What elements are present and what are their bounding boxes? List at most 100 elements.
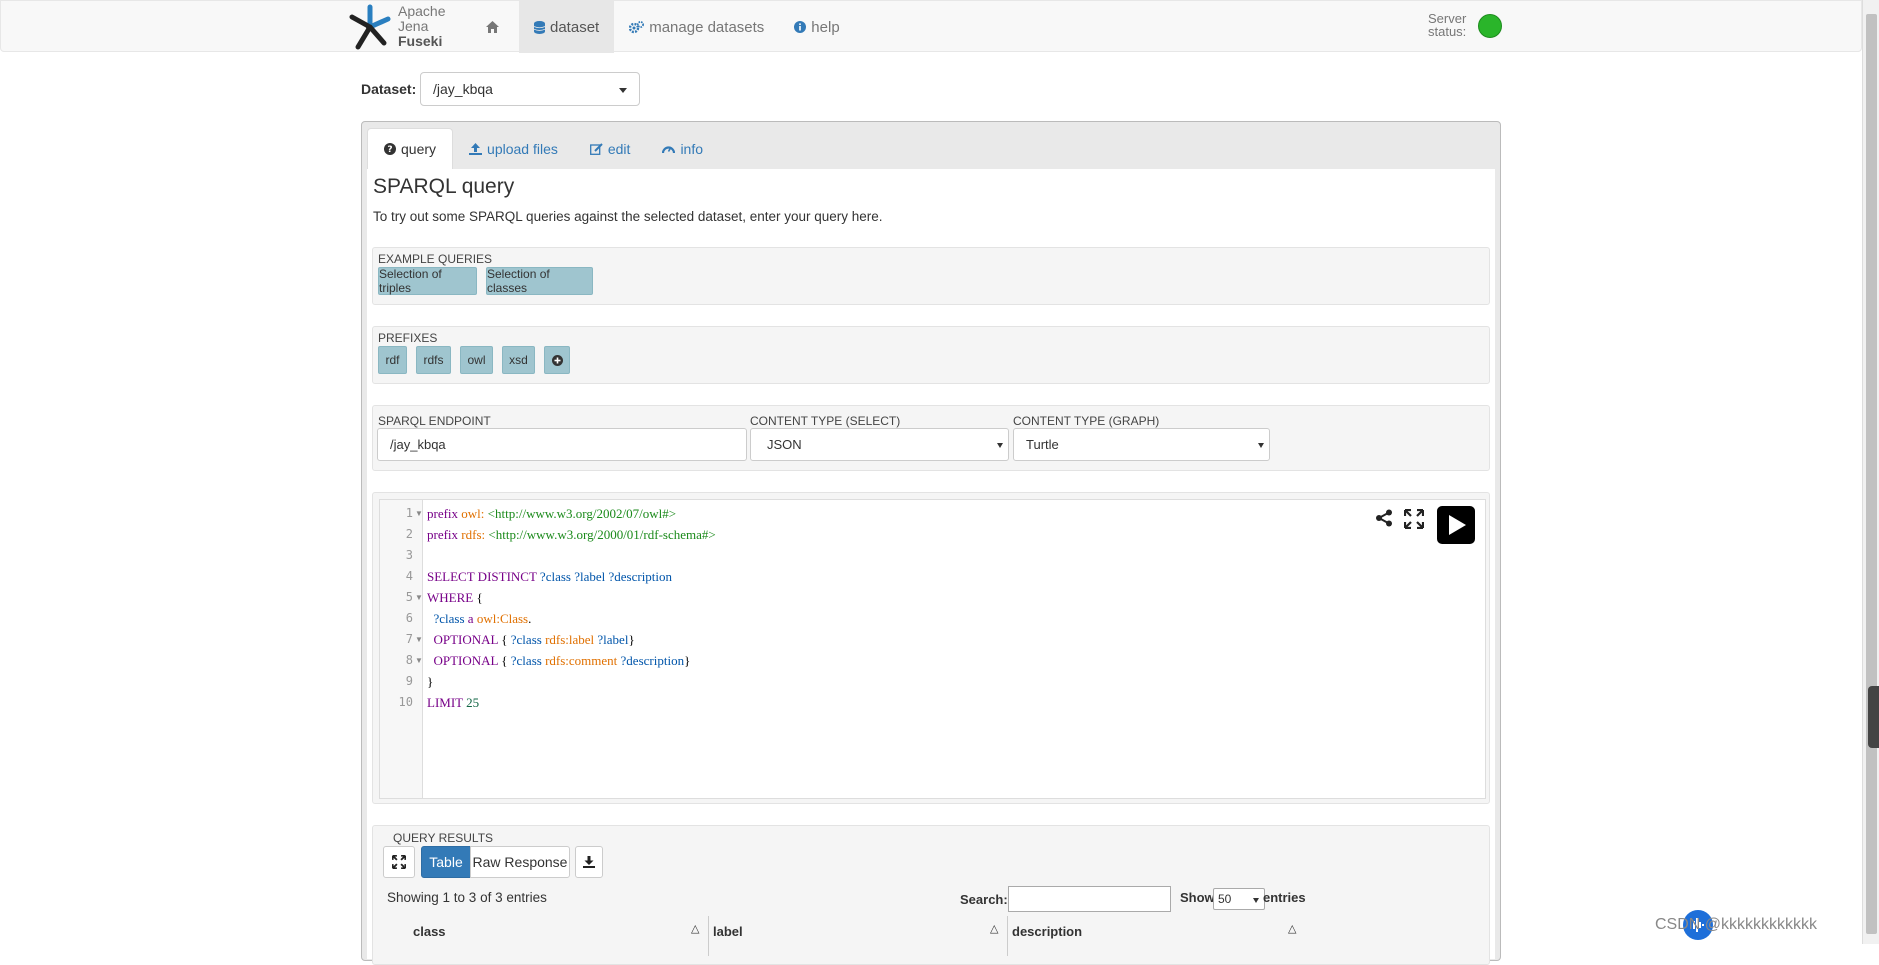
- code-line: OPTIONAL { ?class rdfs:label ?label}: [427, 632, 635, 648]
- code-line: WHERE {: [427, 590, 483, 606]
- scrollbar-thumb[interactable]: [1866, 14, 1877, 934]
- add-prefix-button[interactable]: [544, 346, 570, 374]
- database-icon: [534, 20, 545, 34]
- code-token: WHERE: [427, 590, 474, 605]
- sort-icon[interactable]: △: [691, 922, 699, 935]
- content-type-select-dropdown[interactable]: JSON: [750, 428, 1009, 461]
- fold-arrow-icon[interactable]: ▼: [415, 656, 423, 665]
- nav-manage-label: manage datasets: [649, 18, 765, 36]
- server-status-line-2: status:: [1428, 24, 1467, 39]
- code-token: rdfs:label: [545, 632, 595, 647]
- page-description: To try out some SPARQL queries against t…: [373, 209, 883, 224]
- line-number: 5: [405, 590, 413, 604]
- content-type-select-value: JSON: [767, 437, 802, 452]
- info-circle-icon: [794, 21, 807, 33]
- tab-edit[interactable]: edit: [574, 128, 647, 169]
- show-label: Show: [1180, 890, 1215, 905]
- sort-icon[interactable]: △: [990, 922, 998, 935]
- tab-query[interactable]: ? query: [367, 128, 454, 169]
- code-token: }: [427, 674, 434, 689]
- content-type-graph-dropdown[interactable]: Turtle: [1013, 428, 1270, 461]
- dashboard-icon: [662, 146, 676, 154]
- code-token: ?class: [510, 632, 542, 647]
- prefix-owl-button[interactable]: owl: [460, 346, 493, 374]
- caret-down-icon: [997, 443, 1003, 448]
- code-line: LIMIT 25: [427, 695, 479, 711]
- dataset-dropdown[interactable]: /jay_kbqa: [420, 72, 640, 106]
- dataset-panel: ? query upload files edit info SPARQL qu…: [361, 121, 1501, 965]
- sparql-endpoint-label: SPARQL ENDPOINT: [378, 414, 491, 428]
- fold-arrow-icon[interactable]: ▼: [415, 509, 423, 518]
- line-number: 4: [405, 569, 413, 583]
- results-table-tab[interactable]: Table: [421, 846, 471, 878]
- tab-upload-files[interactable]: upload files: [453, 128, 574, 169]
- column-header-class[interactable]: class: [413, 924, 446, 939]
- server-status-indicator: [1478, 14, 1502, 38]
- fullscreen-icon[interactable]: [1404, 509, 1424, 529]
- column-header-description[interactable]: description: [1012, 924, 1082, 939]
- code-token: a: [467, 611, 474, 626]
- prefix-rdfs-button[interactable]: rdfs: [416, 346, 451, 374]
- query-editor-section: 1 2 3 4 5 6 7 8 9 10 ▼ ▼ ▼ ▼ prefix owl:…: [372, 492, 1490, 804]
- results-raw-response-tab[interactable]: Raw Response: [470, 846, 570, 878]
- code-token: }: [628, 632, 635, 647]
- entries-per-page-select[interactable]: 50: [1213, 888, 1265, 910]
- fold-arrow-icon[interactable]: ▼: [415, 635, 423, 644]
- results-fullscreen-button[interactable]: [383, 846, 415, 878]
- sparql-query-editor[interactable]: 1 2 3 4 5 6 7 8 9 10 ▼ ▼ ▼ ▼ prefix owl:…: [379, 499, 1486, 799]
- nav-dataset[interactable]: dataset: [519, 1, 615, 53]
- prefixes-label: PREFIXES: [378, 331, 438, 345]
- column-header-label[interactable]: label: [713, 924, 743, 939]
- nav-help[interactable]: help: [779, 1, 854, 53]
- code-token: prefix: [427, 527, 459, 542]
- fold-arrow-icon[interactable]: ▼: [415, 593, 423, 602]
- line-number: 1: [405, 506, 413, 520]
- dataset-tabs: ? query upload files edit info: [367, 128, 719, 169]
- caret-down-icon: [1253, 898, 1259, 903]
- code-token: .: [528, 611, 532, 626]
- prefix-xsd-button[interactable]: xsd: [502, 346, 535, 374]
- main-nav: dataset manage datasets help: [471, 1, 855, 53]
- example-queries-label: EXAMPLE QUERIES: [378, 252, 493, 266]
- cogs-icon: [629, 20, 645, 33]
- download-results-button[interactable]: [575, 846, 603, 878]
- nav-home[interactable]: [471, 1, 519, 53]
- content-type-select-label: CONTENT TYPE (SELECT): [750, 414, 901, 428]
- fuseki-logo-icon: [349, 4, 391, 50]
- sort-icon[interactable]: △: [1288, 922, 1296, 935]
- query-results-label: QUERY RESULTS: [393, 831, 494, 845]
- plus-circle-icon: [551, 354, 563, 366]
- sparql-endpoint-input[interactable]: /jay_kbqa: [377, 428, 747, 461]
- endpoint-section: SPARQL ENDPOINT /jay_kbqa CONTENT TYPE (…: [372, 405, 1490, 471]
- page-title: SPARQL query: [373, 175, 515, 198]
- content-type-graph-value: Turtle: [1026, 437, 1059, 452]
- search-label: Search:: [960, 892, 1008, 907]
- brand[interactable]: Apache Jena Fuseki: [344, 1, 445, 53]
- dataset-label: Dataset:: [361, 81, 417, 97]
- prefix-rdf-button[interactable]: rdf: [378, 346, 407, 374]
- tab-query-label: query: [401, 141, 437, 157]
- nav-help-label: help: [811, 18, 840, 36]
- column-divider: [708, 916, 709, 956]
- code-line: prefix rdfs: <http://www.w3.org/2000/01/…: [427, 527, 716, 543]
- results-search-input[interactable]: [1008, 886, 1171, 912]
- results-info-text: Showing 1 to 3 of 3 entries: [387, 890, 547, 905]
- code-token: OPTIONAL: [433, 632, 499, 647]
- page-scrollbar[interactable]: [1862, 0, 1879, 944]
- line-number: 9: [405, 674, 413, 688]
- code-token: 25: [466, 695, 480, 710]
- line-number: 6: [405, 611, 413, 625]
- query-tab-content: SPARQL query To try out some SPARQL quer…: [367, 169, 1495, 965]
- code-line: OPTIONAL { ?class rdfs:comment ?descript…: [427, 653, 691, 669]
- brand-text: Apache Jena Fuseki: [398, 3, 445, 49]
- tab-info[interactable]: info: [646, 128, 719, 169]
- run-query-button[interactable]: [1437, 506, 1475, 544]
- code-token: {: [501, 653, 508, 668]
- side-widget-handle[interactable]: [1868, 686, 1879, 748]
- example-selection-of-triples-button[interactable]: Selection of triples: [378, 267, 477, 295]
- line-number: 7: [405, 632, 413, 646]
- caret-down-icon: [619, 88, 627, 93]
- example-selection-of-classes-button[interactable]: Selection of classes: [486, 267, 593, 295]
- nav-manage-datasets[interactable]: manage datasets: [614, 1, 779, 53]
- share-icon[interactable]: [1375, 509, 1393, 527]
